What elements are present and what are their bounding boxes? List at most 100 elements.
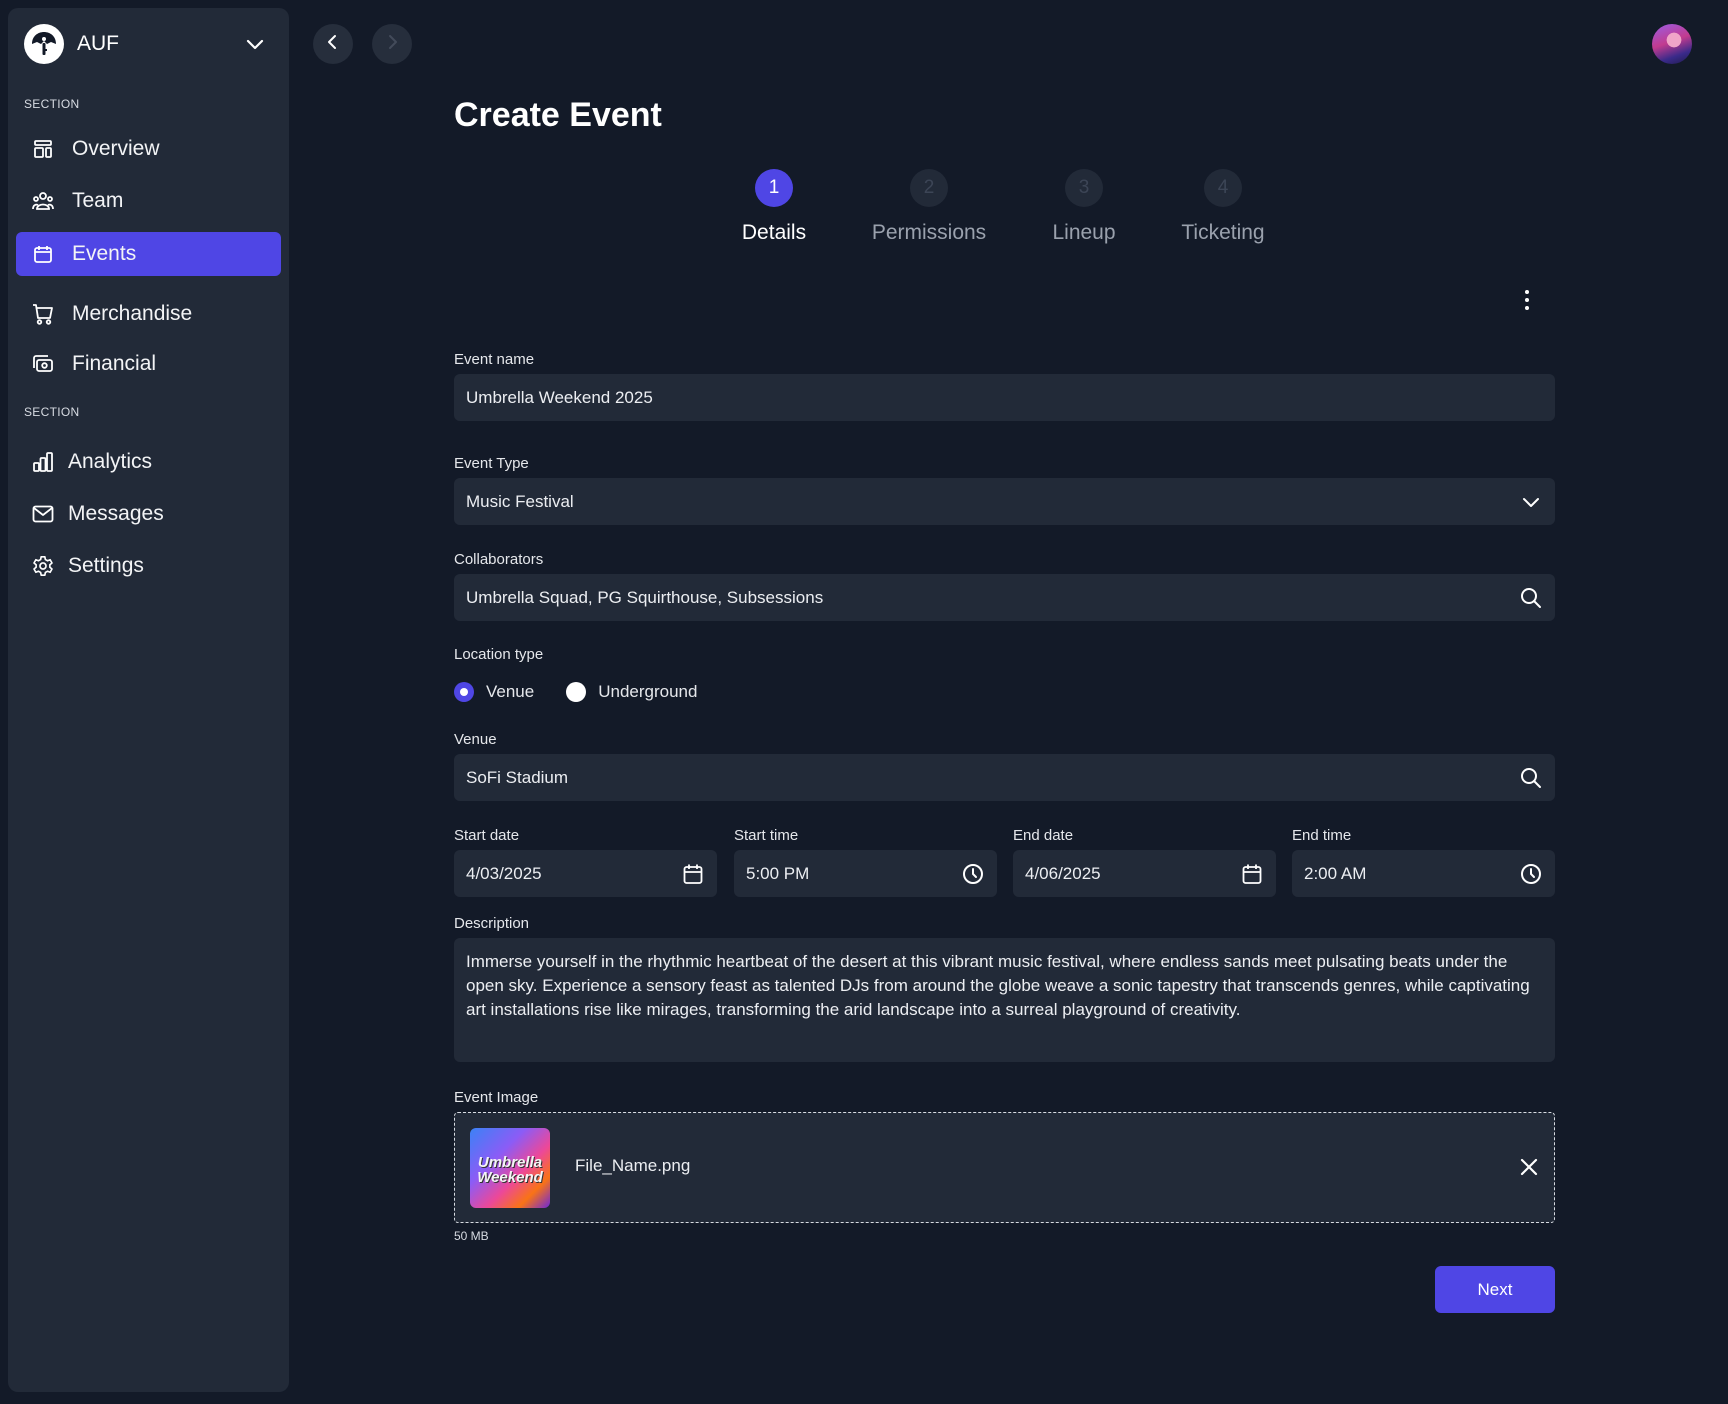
layout-icon (32, 138, 54, 160)
calendar-icon[interactable] (681, 862, 705, 886)
forward-button[interactable] (372, 24, 412, 64)
location-type-group: Venue Underground (454, 680, 729, 704)
bar-chart-icon (32, 451, 54, 473)
collaborators-label: Collaborators (454, 551, 544, 568)
sidebar-item-analytics[interactable]: Analytics (16, 440, 281, 484)
end-time-input[interactable]: 2:00 AM (1292, 850, 1555, 897)
sidebar-item-label: Settings (68, 554, 144, 577)
event-name-label: Event name (454, 351, 535, 368)
sidebar-item-events[interactable]: Events (16, 232, 281, 276)
start-time-value: 5:00 PM (746, 863, 810, 883)
kebab-dot (1525, 306, 1529, 310)
chevron-down-icon (1519, 490, 1543, 514)
chevron-left-icon (325, 34, 341, 55)
event-image-thumbnail: Umbrella Weekend (470, 1128, 550, 1208)
cart-icon (32, 303, 54, 325)
collaborators-value: Umbrella Squad, PG Squirthouse, Subsessi… (466, 587, 824, 607)
location-type-label: Location type (454, 646, 544, 663)
step-label: Permissions (871, 221, 987, 244)
step-ticketing[interactable]: 4 Ticketing (1143, 169, 1303, 245)
venue-value: SoFi Stadium (466, 767, 569, 787)
step-label: Details (741, 221, 807, 244)
start-date-input[interactable]: 4/03/2025 (454, 850, 717, 897)
mail-icon (32, 503, 54, 525)
step-label: Lineup (1052, 221, 1116, 244)
thumbnail-text: Weekend (477, 1169, 543, 1186)
event-name-input[interactable]: Umbrella Weekend 2025 (454, 374, 1555, 421)
org-switcher[interactable]: AUF (24, 24, 273, 64)
file-size: 50 MB (454, 1229, 489, 1243)
venue-input[interactable]: SoFi Stadium (454, 754, 1555, 801)
step-lineup[interactable]: 3 Lineup (1004, 169, 1164, 245)
chevron-down-icon[interactable] (245, 34, 265, 54)
sidebar-item-team[interactable]: Team (16, 179, 281, 223)
collaborators-input[interactable]: Umbrella Squad, PG Squirthouse, Subsessi… (454, 574, 1555, 621)
start-time-input[interactable]: 5:00 PM (734, 850, 997, 897)
calendar-icon (32, 243, 54, 265)
file-name: File_Name.png (575, 1156, 691, 1175)
end-date-value: 4/06/2025 (1025, 863, 1101, 883)
end-time-label: End time (1292, 827, 1352, 844)
more-options-button[interactable] (1517, 286, 1537, 314)
sidebar-item-label: Messages (68, 502, 164, 525)
radio-unchecked-icon (566, 682, 587, 702)
sidebar-item-overview[interactable]: Overview (16, 127, 281, 171)
event-name-value: Umbrella Weekend 2025 (466, 387, 653, 407)
radio-checked-icon (454, 682, 474, 702)
umbrella-logo-icon (24, 24, 64, 64)
sidebar-item-label: Merchandise (72, 302, 193, 325)
sidebar-item-label: Events (72, 242, 137, 265)
back-button[interactable] (313, 24, 353, 64)
sidebar-item-settings[interactable]: Settings (16, 544, 281, 588)
user-avatar[interactable] (1652, 24, 1692, 64)
users-icon (32, 190, 54, 212)
step-number: 3 (1065, 169, 1103, 207)
clock-icon[interactable] (1519, 862, 1543, 886)
sidebar-item-label: Analytics (68, 450, 153, 473)
end-date-input[interactable]: 4/06/2025 (1013, 850, 1276, 897)
page-title: Create Event (454, 96, 662, 134)
cash-icon (32, 353, 54, 375)
event-type-label: Event Type (454, 455, 529, 472)
org-name: AUF (77, 32, 119, 55)
calendar-icon[interactable] (1240, 862, 1264, 886)
step-permissions[interactable]: 2 Permissions (849, 169, 1009, 245)
sidebar-item-merchandise[interactable]: Merchandise (16, 292, 281, 336)
radio-venue[interactable]: Venue (454, 682, 534, 702)
radio-label: Venue (486, 682, 535, 701)
clock-icon[interactable] (961, 862, 985, 886)
search-icon[interactable] (1519, 766, 1543, 790)
step-details[interactable]: 1 Details (694, 169, 854, 245)
sidebar-item-financial[interactable]: Financial (16, 342, 281, 386)
event-type-select[interactable]: Music Festival (454, 478, 1555, 525)
description-label: Description (454, 915, 530, 932)
sidebar-item-label: Financial (72, 352, 157, 375)
end-date-label: End date (1013, 827, 1074, 844)
sidebar-item-messages[interactable]: Messages (16, 492, 281, 536)
description-textarea[interactable]: Immerse yourself in the rhythmic heartbe… (454, 938, 1555, 1062)
section-label: SECTION (24, 405, 80, 419)
event-type-value: Music Festival (466, 491, 574, 511)
event-image-label: Event Image (454, 1089, 539, 1106)
step-number: 1 (755, 169, 793, 207)
search-icon[interactable] (1519, 586, 1543, 610)
sidebar-item-label: Team (72, 189, 124, 212)
venue-label: Venue (454, 731, 497, 748)
end-time-value: 2:00 AM (1304, 863, 1367, 883)
start-date-value: 4/03/2025 (466, 863, 542, 883)
kebab-dot (1525, 290, 1529, 294)
step-label: Ticketing (1181, 221, 1265, 244)
kebab-dot (1525, 298, 1529, 302)
section-label: SECTION (24, 97, 80, 111)
start-time-label: Start time (734, 827, 799, 844)
event-image-dropzone[interactable]: Umbrella Weekend File_Name.png (454, 1112, 1555, 1223)
start-date-label: Start date (454, 827, 520, 844)
next-button[interactable]: Next (1435, 1266, 1555, 1313)
sidebar-item-label: Overview (72, 137, 160, 160)
chevron-right-icon (384, 34, 400, 55)
step-number: 4 (1204, 169, 1242, 207)
sidebar: AUF SECTION Overview Team Events Merchan… (8, 8, 289, 1392)
radio-label: Underground (598, 682, 698, 701)
close-icon[interactable] (1518, 1156, 1540, 1178)
radio-underground[interactable]: Underground (566, 682, 697, 702)
